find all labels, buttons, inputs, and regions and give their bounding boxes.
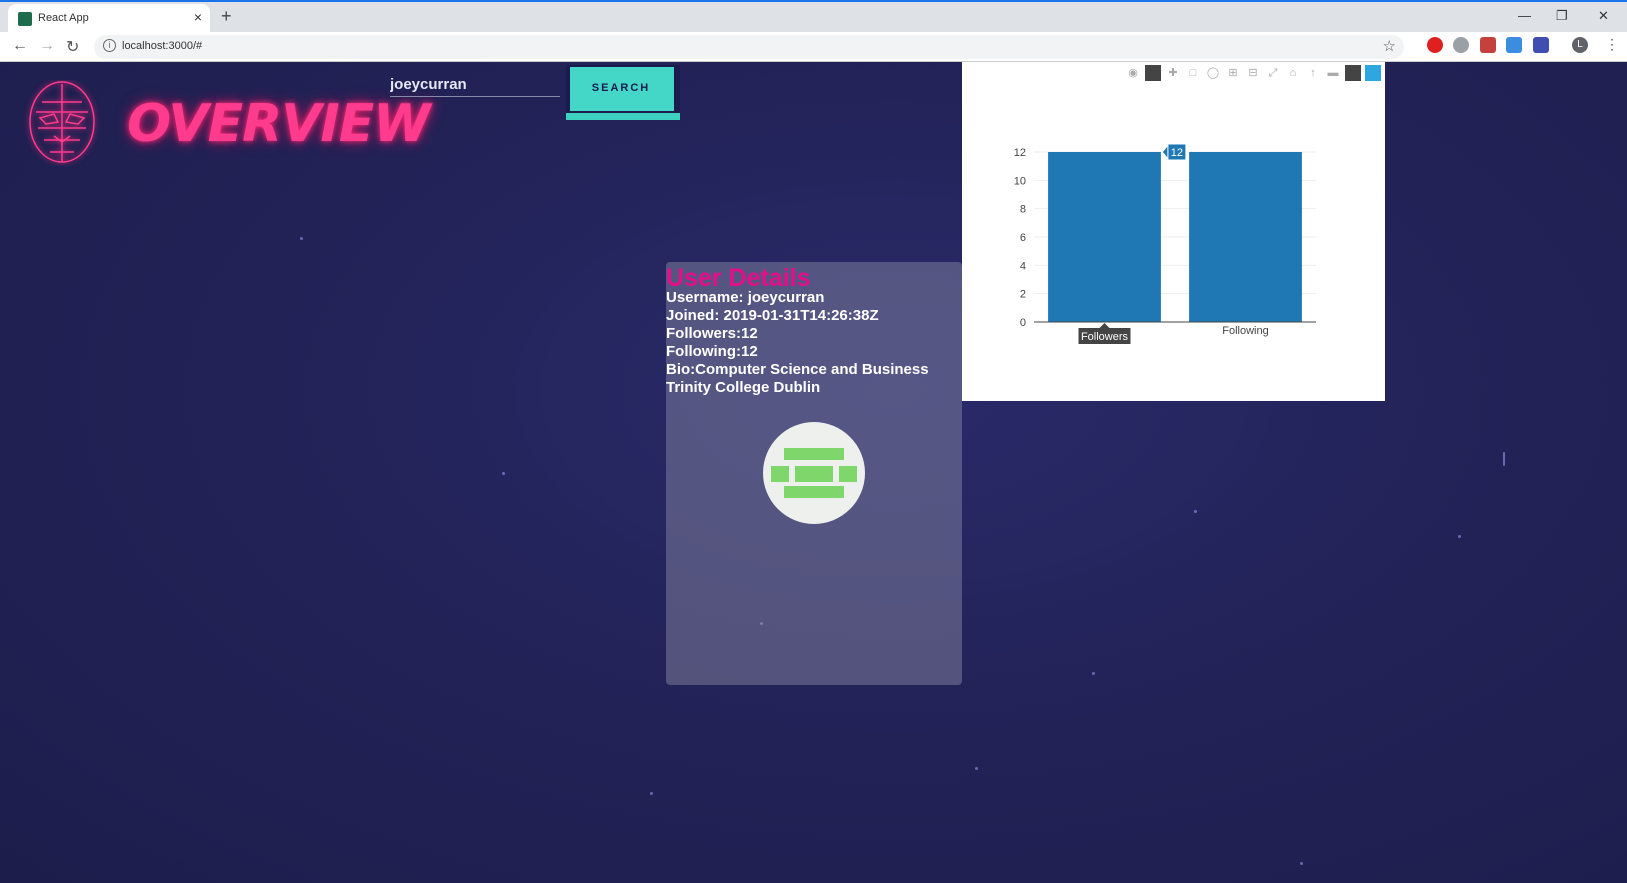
hover-category-pointer bbox=[1099, 323, 1110, 328]
hover-value-pointer bbox=[1162, 146, 1168, 158]
hover-value-label: 12 bbox=[1171, 147, 1183, 159]
new-tab-button[interactable]: + bbox=[221, 6, 232, 27]
reload-icon[interactable]: ↻ bbox=[66, 37, 79, 57]
url-text[interactable]: localhost:3000/# bbox=[122, 40, 202, 52]
search-input[interactable] bbox=[390, 73, 560, 97]
browser-chrome: React App × + — ❐ ✕ ← → ↻ i localhost:30… bbox=[0, 0, 1627, 62]
user-details-card: User Details Username: joeycurran Joined… bbox=[666, 262, 962, 685]
mask-face-icon bbox=[29, 81, 95, 163]
help-extension-icon[interactable] bbox=[1453, 37, 1469, 53]
bio-detail-line2: Trinity College Dublin bbox=[666, 379, 821, 396]
close-tab-icon[interactable]: × bbox=[194, 9, 202, 25]
y-tick-label: 4 bbox=[1020, 260, 1026, 272]
screen-extension-icon[interactable] bbox=[1533, 37, 1549, 53]
browser-toolbar: ← → ↻ i localhost:3000/# ☆ bbox=[0, 32, 1627, 62]
blue-extension-icon[interactable] bbox=[1506, 37, 1522, 53]
restore-icon[interactable]: ❐ bbox=[1556, 8, 1568, 24]
username-detail: Username: joeycurran bbox=[666, 289, 825, 306]
y-tick-label: 6 bbox=[1020, 232, 1026, 244]
minimize-icon[interactable]: — bbox=[1518, 8, 1531, 23]
bookmark-star-icon[interactable]: ☆ bbox=[1383, 37, 1396, 55]
bar-following bbox=[1189, 152, 1302, 322]
avatar bbox=[763, 422, 865, 524]
address-bar[interactable]: i localhost:3000/# ☆ bbox=[94, 35, 1404, 59]
followers-detail: Followers:12 bbox=[666, 325, 758, 342]
opera-extension-icon[interactable] bbox=[1427, 37, 1443, 53]
app-page: OVERVIEW SEARCH User Details Username: j… bbox=[0, 62, 1627, 883]
bar-followers bbox=[1048, 152, 1161, 322]
logo-text: OVERVIEW bbox=[127, 94, 431, 154]
tab-react-app[interactable]: React App × bbox=[8, 4, 210, 34]
following-detail: Following:12 bbox=[666, 343, 758, 360]
favicon-icon bbox=[18, 12, 32, 26]
y-tick-label: 8 bbox=[1020, 204, 1026, 216]
search-button[interactable]: SEARCH bbox=[566, 65, 680, 120]
back-icon[interactable]: ← bbox=[12, 37, 28, 55]
red-extension-icon[interactable] bbox=[1480, 37, 1496, 53]
app-logo: OVERVIEW bbox=[24, 80, 431, 170]
joined-detail: Joined: 2019-01-31T14:26:38Z bbox=[666, 307, 879, 324]
bio-detail: Bio:Computer Science and Business bbox=[666, 361, 929, 378]
x-tick-label: Following bbox=[1222, 325, 1268, 337]
browser-menu-icon[interactable]: ⋮ bbox=[1605, 36, 1619, 53]
tab-strip: React App × + — ❐ ✕ bbox=[0, 0, 1627, 34]
info-icon[interactable]: i bbox=[103, 39, 116, 52]
hover-category-label: Followers bbox=[1081, 331, 1129, 343]
tab-title: React App bbox=[38, 12, 89, 24]
window-close-icon[interactable]: ✕ bbox=[1598, 8, 1609, 24]
y-tick-label: 12 bbox=[1014, 147, 1026, 159]
search-button-label: SEARCH bbox=[591, 82, 651, 94]
followers-chart: ◉ ✚ □ ◯ ⊞ ⊟ ⤢ ⌂ ↑ ▬ 0 2 4 6 8 10 12 Following 12… bbox=[962, 62, 1385, 401]
profile-avatar[interactable]: L bbox=[1572, 37, 1588, 53]
y-tick-label: 0 bbox=[1020, 317, 1026, 329]
y-tick-label: 2 bbox=[1020, 289, 1026, 301]
chart-svg: 0 2 4 6 8 10 12 Following 12 Followers bbox=[1014, 143, 1316, 344]
forward-icon[interactable]: → bbox=[39, 37, 55, 55]
y-tick-label: 10 bbox=[1014, 175, 1026, 187]
